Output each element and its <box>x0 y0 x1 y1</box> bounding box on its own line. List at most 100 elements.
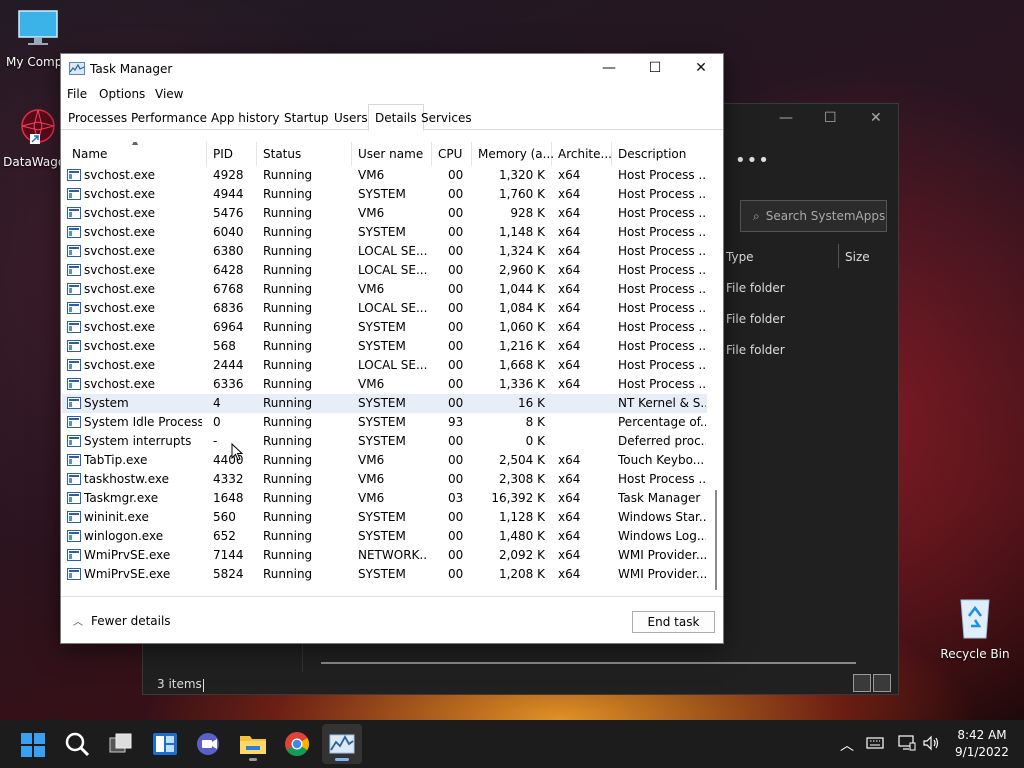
process-row[interactable]: svchost.exe 6836 Running LOCAL SE... 00 1,084… <box>62 299 707 318</box>
process-row[interactable]: TabTip.exe 4400 Running VM6 00 2,504 Kx64 Touc… <box>62 451 707 470</box>
cell-desc: Touch Keybo... <box>618 453 705 467</box>
start-button[interactable] <box>17 728 49 760</box>
cell-mem: 1,480 K <box>498 529 545 543</box>
cell-status: Running <box>263 453 313 467</box>
search-box[interactable]: ⌕ Search SystemApps <box>740 200 887 232</box>
process-row[interactable]: System Idle Process 0 Running SYSTEM 93 8 K Pe… <box>62 413 707 432</box>
process-row[interactable]: System interrupts - Running SYSTEM 00 0 K Defe… <box>62 432 707 451</box>
tab-performance[interactable]: Performance <box>125 106 213 130</box>
process-icon <box>67 188 81 200</box>
process-row[interactable]: svchost.exe 4928 Running VM6 00 1,320 K x64 Hos… <box>62 166 707 185</box>
cell-arch: x64 <box>558 529 581 543</box>
process-row[interactable]: wininit.exe 560 Running SYSTEM 00 1,128 K x64 W… <box>62 508 707 527</box>
folder-type-value: File folder <box>726 281 785 295</box>
maximize-icon[interactable]: ☐ <box>824 110 837 126</box>
end-task-button[interactable]: End task <box>632 611 715 633</box>
details-view-icon[interactable] <box>853 674 871 692</box>
process-row[interactable]: svchost.exe 6380 Running LOCAL SE... 00 1,324… <box>62 242 707 261</box>
process-row[interactable]: Taskmgr.exe 1648 Running VM6 03 16,392 K x64 Ta… <box>62 489 707 508</box>
process-row[interactable]: svchost.exe 6040 Running SYSTEM 00 1,148 K x64… <box>62 223 707 242</box>
cell-status: Running <box>263 206 313 220</box>
process-row[interactable]: svchost.exe 6428 Running LOCAL SE... 00 2,960… <box>62 261 707 280</box>
process-icon <box>67 397 81 409</box>
column-header-architecture[interactable]: Archite... <box>552 142 612 166</box>
show-hidden-icons-icon[interactable]: ︿ <box>840 735 854 755</box>
column-header-name[interactable]: ▲Name <box>66 142 207 166</box>
process-row[interactable]: WmiPrvSE.exe 5824 Running SYSTEM 00 1,208 K x6… <box>62 565 707 584</box>
volume-icon[interactable] <box>922 735 940 751</box>
column-header-size[interactable]: Size <box>845 250 870 264</box>
widgets-button[interactable] <box>149 728 181 760</box>
tab-startup[interactable]: Startup <box>278 106 335 130</box>
process-row[interactable]: WmiPrvSE.exe 7144 Running NETWORK... 00 2,092… <box>62 546 707 565</box>
chrome-taskbar-button[interactable] <box>281 728 313 760</box>
fewer-details-button[interactable]: ︿ Fewer details <box>73 613 171 628</box>
process-row[interactable]: svchost.exe 5476 Running VM6 00 928 K x64 Host … <box>62 204 707 223</box>
column-header-user-name[interactable]: User name <box>352 142 432 166</box>
process-row[interactable]: svchost.exe 6768 Running VM6 00 1,044 K x64 Hos… <box>62 280 707 299</box>
minimize-button[interactable]: — <box>586 54 632 84</box>
cell-desc: Host Process ... <box>618 206 706 220</box>
keyboard-icon[interactable] <box>866 736 884 750</box>
tab-processes[interactable]: Processes <box>62 106 133 130</box>
column-header-memory[interactable]: Memory (a... <box>472 142 554 166</box>
process-row[interactable]: svchost.exe 4944 Running SYSTEM 00 1,760 K x64… <box>62 185 707 204</box>
cell-arch: x64 <box>558 244 581 258</box>
maximize-button[interactable]: ☐ <box>632 54 678 84</box>
details-grid[interactable]: ▲Name PID Status User name CPU Memory (a… <box>62 142 723 596</box>
network-icon[interactable] <box>898 735 916 751</box>
column-header-cpu[interactable]: CPU <box>432 142 472 166</box>
clock[interactable]: 8:42 AM 9/1/2022 <box>950 727 1014 761</box>
close-icon[interactable]: ✕ <box>870 110 882 126</box>
cell-name: wininit.exe <box>84 510 149 524</box>
cell-desc: Percentage of... <box>618 415 706 429</box>
more-options-icon[interactable]: ••• <box>735 150 770 171</box>
horizontal-scrollbar[interactable] <box>321 662 856 664</box>
tiles-view-icon[interactable] <box>873 674 891 692</box>
task-manager-taskbar-button[interactable] <box>326 728 358 761</box>
vertical-scrollbar[interactable] <box>712 166 722 594</box>
desktop-icon-recycle-bin[interactable]: Recycle Bin <box>937 594 1013 661</box>
tab-app-history[interactable]: App history <box>205 106 286 130</box>
process-row[interactable]: svchost.exe 2444 Running LOCAL SE... 00 1,668… <box>62 356 707 375</box>
task-view-button[interactable] <box>105 728 137 760</box>
minimize-icon[interactable]: — <box>779 110 793 126</box>
process-row[interactable]: svchost.exe 568 Running SYSTEM 00 1,216 K x64 H… <box>62 337 707 356</box>
cell-arch: x64 <box>558 548 581 562</box>
search-taskbar-button[interactable] <box>61 728 93 760</box>
chat-button[interactable] <box>193 728 225 760</box>
menu-options[interactable]: Options <box>99 87 145 101</box>
process-row[interactable]: svchost.exe 6336 Running VM6 00 1,336 K x64 Hos… <box>62 375 707 394</box>
close-button[interactable]: ✕ <box>678 54 724 84</box>
cell-user: SYSTEM <box>358 510 406 524</box>
cell-pid: 6336 <box>213 377 244 391</box>
scrollbar-thumb[interactable] <box>715 490 717 590</box>
menu-file[interactable]: File <box>67 87 87 101</box>
column-header-type[interactable]: Type <box>726 250 754 264</box>
process-icon <box>67 321 81 333</box>
process-icon <box>67 245 81 257</box>
file-explorer-taskbar-button[interactable] <box>237 728 269 761</box>
cell-desc: Host Process ... <box>618 377 706 391</box>
process-row[interactable]: taskhostw.exe 4332 Running VM6 00 2,308 K x64 H… <box>62 470 707 489</box>
cell-name: svchost.exe <box>84 168 155 182</box>
menu-view[interactable]: View <box>155 87 183 101</box>
cell-arch: x64 <box>558 187 581 201</box>
cell-user: VM6 <box>358 453 385 467</box>
cell-user: SYSTEM <box>358 320 406 334</box>
tab-users[interactable]: Users <box>328 106 374 130</box>
cell-name: WmiPrvSE.exe <box>84 567 171 581</box>
column-header-status[interactable]: Status <box>257 142 352 166</box>
column-divider[interactable] <box>838 244 839 268</box>
cell-mem: 1,044 K <box>498 282 545 296</box>
title-bar[interactable]: Task Manager — ☐ ✕ <box>61 54 723 84</box>
process-row[interactable]: System 4 Running SYSTEM 00 16 K NT Kernel & S.… <box>62 394 707 413</box>
status-divider <box>203 679 204 692</box>
tab-services[interactable]: Services <box>415 106 478 130</box>
process-row[interactable]: svchost.exe 6964 Running SYSTEM 00 1,060 K x64… <box>62 318 707 337</box>
process-row[interactable]: winlogon.exe 652 Running SYSTEM 00 1,480 K x64… <box>62 527 707 546</box>
column-header-description[interactable]: Description <box>612 142 708 166</box>
column-header-pid[interactable]: PID <box>207 142 257 166</box>
process-icon <box>67 226 81 238</box>
task-manager-window[interactable]: Task Manager — ☐ ✕ File Options View Pro… <box>60 53 724 644</box>
